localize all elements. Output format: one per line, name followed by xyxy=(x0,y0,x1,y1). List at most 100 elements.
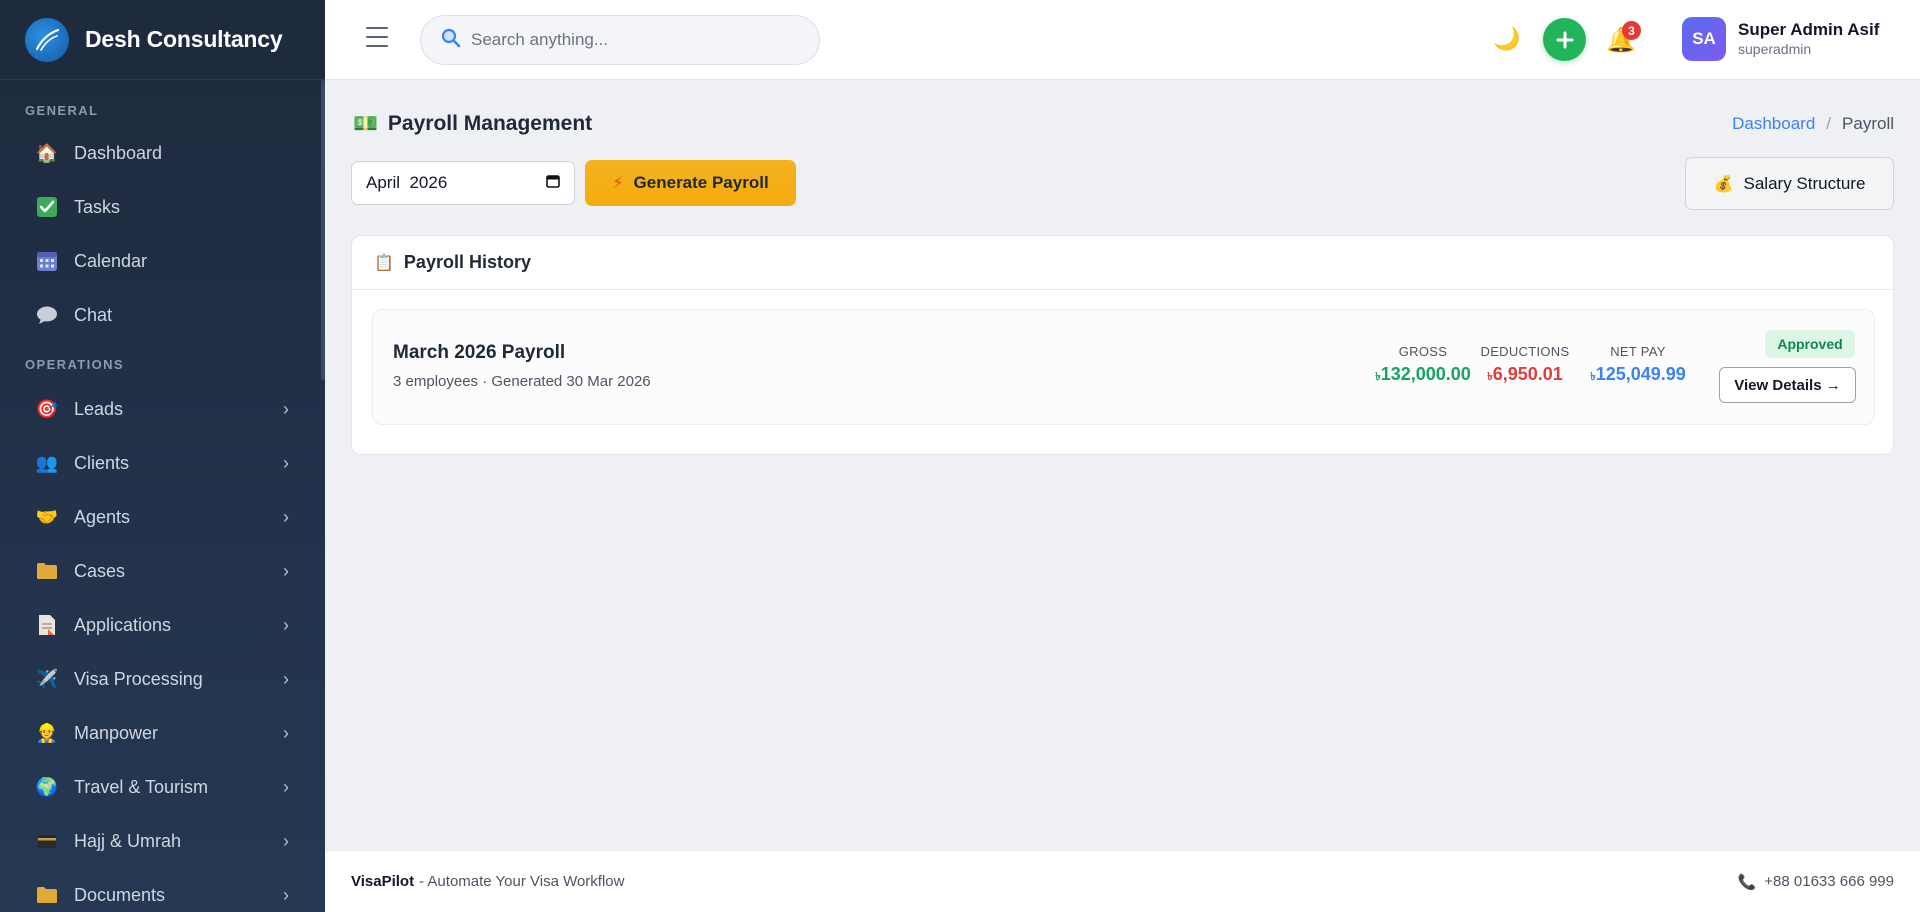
folder-icon xyxy=(35,559,59,583)
sidebar-item-label: Cases xyxy=(74,560,126,581)
generate-payroll-label: Generate Payroll xyxy=(633,173,769,192)
quick-add-button[interactable] xyxy=(1543,18,1586,61)
gross-label: GROSS xyxy=(1398,344,1448,359)
status-badge: Approved xyxy=(1765,330,1855,358)
airplane-icon: ✈️ xyxy=(35,668,59,689)
nav-section-general: GENERAL xyxy=(25,103,99,118)
search-icon xyxy=(441,28,461,53)
sidebar-item-chat[interactable]: Chat xyxy=(0,288,325,342)
chevron-right-icon: › xyxy=(283,506,289,527)
salary-structure-label: Salary Structure xyxy=(1743,173,1866,193)
sidebar-item-label: Calendar xyxy=(74,250,148,271)
sidebar-item-label: Hajj & Umrah xyxy=(74,830,182,851)
chevron-right-icon: › xyxy=(283,722,289,743)
chevron-right-icon: › xyxy=(283,560,289,581)
sidebar-item-travel-tourism[interactable]: 🌍 Travel & Tourism › xyxy=(0,760,325,814)
footer-phone[interactable]: 📞 +88 01633 666 999 xyxy=(1738,873,1894,891)
payroll-subtitle: 3 employees · Generated 30 Mar 2026 xyxy=(393,373,651,390)
sidebar: Desh Consultancy GENERAL 🏠 Dashboard Tas… xyxy=(0,0,325,912)
lightning-icon: ⚡ xyxy=(612,175,624,192)
menu-toggle-icon[interactable] xyxy=(366,27,388,47)
sidebar-item-label: Leads xyxy=(74,398,124,419)
users-icon: 👥 xyxy=(35,452,59,473)
chat-bubble-icon xyxy=(35,303,59,327)
breadcrumb-separator: / xyxy=(1826,114,1832,133)
sidebar-item-cases[interactable]: Cases › xyxy=(0,544,325,598)
breadcrumb-current: Payroll xyxy=(1842,114,1894,133)
generate-payroll-button[interactable]: ⚡ Generate Payroll xyxy=(585,160,796,206)
gross-stat: GROSS ৳132,000.00 xyxy=(1368,344,1478,387)
page-title: 💵 Payroll Management xyxy=(353,111,592,136)
sidebar-item-agents[interactable]: 🤝 Agents › xyxy=(0,490,325,544)
sidebar-item-manpower[interactable]: 👷 Manpower › xyxy=(0,706,325,760)
net-pay-value: 125,049.99 xyxy=(1595,364,1686,384)
breadcrumb-dashboard-link[interactable]: Dashboard xyxy=(1732,114,1815,134)
sidebar-item-label: Tasks xyxy=(74,196,121,217)
sidebar-item-label: Agents xyxy=(74,506,131,527)
sidebar-item-leads[interactable]: 🎯 Leads › xyxy=(0,382,325,436)
main-content: 💵 Payroll Management Dashboard / Payroll… xyxy=(325,80,1920,850)
card-header: 📋 Payroll History xyxy=(352,236,1893,290)
calendar-icon[interactable] xyxy=(546,173,560,193)
sidebar-item-label: Applications xyxy=(74,614,172,635)
deductions-value: 6,950.01 xyxy=(1492,364,1563,384)
check-box-icon xyxy=(35,195,59,219)
footer-tagline: - Automate Your Visa Workflow xyxy=(419,873,625,890)
payroll-history-card: 📋 Payroll History March 2026 Payroll 3 e… xyxy=(351,235,1894,455)
list-item: March 2026 Payroll 3 employees · Generat… xyxy=(372,309,1875,425)
plus-icon xyxy=(1556,31,1573,48)
dark-mode-toggle-icon[interactable]: 🌙 xyxy=(1493,26,1520,52)
sidebar-item-label: Clients xyxy=(74,452,130,473)
brand[interactable]: Desh Consultancy xyxy=(0,0,325,80)
sidebar-item-clients[interactable]: 👥 Clients › xyxy=(0,436,325,490)
month-picker-value: April 2026 xyxy=(366,173,448,192)
sidebar-item-label: Chat xyxy=(74,304,113,325)
chevron-right-icon: › xyxy=(283,830,289,851)
sidebar-item-label: Documents xyxy=(74,884,166,905)
phone-icon: 📞 xyxy=(1737,873,1757,891)
sidebar-item-tasks[interactable]: Tasks xyxy=(0,180,325,234)
sidebar-item-dashboard[interactable]: 🏠 Dashboard xyxy=(0,126,325,180)
chevron-right-icon: › xyxy=(283,668,289,689)
footer-phone-number: +88 01633 666 999 xyxy=(1764,873,1894,890)
folder-icon xyxy=(35,883,59,907)
chevron-right-icon: › xyxy=(283,776,289,797)
user-name[interactable]: Super Admin Asif xyxy=(1738,20,1879,40)
sidebar-item-visa-processing[interactable]: ✈️ Visa Processing › xyxy=(0,652,325,706)
sidebar-item-applications[interactable]: Applications › xyxy=(0,598,325,652)
clipboard-icon: 📋 xyxy=(374,254,394,272)
sidebar-item-calendar[interactable]: Calendar xyxy=(0,234,325,288)
view-details-button[interactable]: View Details → xyxy=(1719,367,1856,403)
brand-logo-icon xyxy=(25,17,69,62)
sidebar-item-hajj-umrah[interactable]: Hajj & Umrah › xyxy=(0,814,325,868)
payroll-title: March 2026 Payroll xyxy=(393,342,566,363)
deductions-label: DEDUCTIONS xyxy=(1480,344,1570,359)
sidebar-item-label: Manpower xyxy=(74,722,159,743)
sidebar-item-documents[interactable]: Documents › xyxy=(0,868,325,912)
card-title: Payroll History xyxy=(403,252,531,272)
calendar-icon xyxy=(35,249,59,273)
sidebar-item-label: Visa Processing xyxy=(74,668,203,689)
salary-structure-button[interactable]: 💰 Salary Structure xyxy=(1685,157,1894,210)
footer-brand: VisaPilot xyxy=(351,873,415,890)
sidebar-item-label: Travel & Tourism xyxy=(74,776,209,797)
document-icon xyxy=(35,613,59,637)
month-picker[interactable]: April 2026 xyxy=(351,161,575,205)
chevron-right-icon: › xyxy=(283,614,289,635)
avatar[interactable]: SA xyxy=(1682,17,1726,61)
nav-section-operations: OPERATIONS xyxy=(25,357,124,372)
search-input[interactable] xyxy=(471,30,791,50)
money-icon: 💵 xyxy=(353,113,378,135)
money-bag-icon: 💰 xyxy=(1713,175,1734,193)
breadcrumb: Dashboard / Payroll xyxy=(1732,114,1894,134)
worker-icon: 👷 xyxy=(35,722,59,743)
chevron-right-icon: › xyxy=(283,398,289,419)
gross-value: 132,000.00 xyxy=(1380,364,1471,384)
search-box[interactable] xyxy=(420,15,820,65)
brand-name: Desh Consultancy xyxy=(85,26,283,52)
net-pay-label: NET PAY xyxy=(1610,344,1666,359)
footer: VisaPilot - Automate Your Visa Workflow … xyxy=(325,850,1920,912)
user-role: superadmin xyxy=(1738,41,1812,57)
chevron-right-icon: › xyxy=(283,452,289,473)
topbar: 🌙 🔔 3 SA Super Admin Asif superadmin xyxy=(325,0,1920,80)
